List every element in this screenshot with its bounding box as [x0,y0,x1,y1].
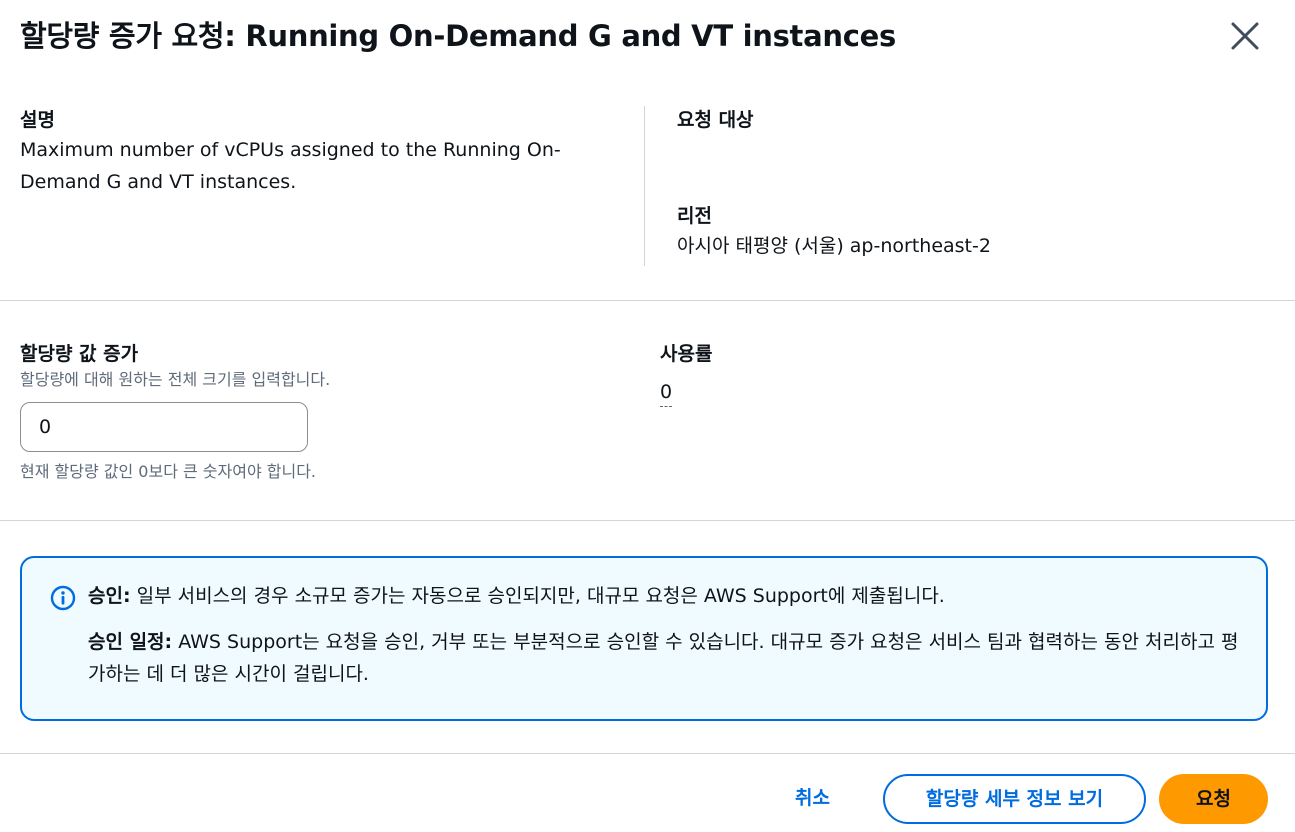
info-icon [50,585,76,611]
close-icon [1231,22,1259,50]
schedule-text: AWS Support는 요청을 승인, 거부 또는 부분적으로 승인할 수 있… [88,631,1239,685]
description-value: Maximum number of vCPUs assigned to the … [20,139,561,193]
quota-increase-dialog: 할당량 증가 요청: Running On-Demand G and VT in… [0,0,1295,832]
description-label: 설명 [20,109,55,131]
section-divider [0,300,1295,301]
alert-content: 승인: 일부 서비스의 경우 소규모 증가는 자동으로 승인되지만, 대규모 요… [88,580,1242,690]
column-divider [644,106,645,266]
approval-text: 일부 서비스의 경우 소규모 증가는 자동으로 승인되지만, 대규모 요청은 A… [136,585,945,607]
dialog-header: 할당량 증가 요청: Running On-Demand G and VT in… [20,14,1275,58]
request-button[interactable]: 요청 [1159,774,1268,824]
dialog-title: 할당량 증가 요청: Running On-Demand G and VT in… [20,19,896,53]
dialog-footer: 취소 할당량 세부 정보 보기 요청 [0,772,1295,826]
quota-value-constraint: 현재 할당량 값인 0보다 큰 숫자여야 합니다. [20,462,317,481]
region-value: 아시아 태평양 (서울) ap-northeast-2 [677,235,991,257]
view-quota-details-button[interactable]: 할당량 세부 정보 보기 [883,774,1146,824]
schedule-paragraph: 승인 일정: AWS Support는 요청을 승인, 거부 또는 부분적으로 … [88,626,1242,690]
request-target-label: 요청 대상 [677,109,754,131]
schedule-label: 승인 일정: [88,631,173,653]
quota-value-form: 할당량 값 증가 할당량에 대해 원하는 전체 크기를 입력합니다. 현재 할당… [20,340,620,484]
quota-value-input[interactable] [20,402,308,452]
usage-value[interactable]: 0 [660,378,673,407]
details-section: 설명 Maximum number of vCPUs assigned to t… [0,98,1295,268]
section-divider [0,520,1295,521]
approval-label: 승인: [88,585,131,607]
quota-value-label: 할당량 값 증가 [20,343,139,365]
footer-divider [0,753,1295,754]
quota-value-hint: 할당량에 대해 원하는 전체 크기를 입력합니다. [20,370,331,389]
usage-block: 사용률 0 [660,340,712,407]
usage-label: 사용률 [660,343,713,365]
region-block: 리전 아시아 태평양 (서울) ap-northeast-2 [677,202,991,262]
cancel-button[interactable]: 취소 [785,772,840,826]
region-label: 리전 [677,205,712,227]
approval-info-alert: 승인: 일부 서비스의 경우 소규모 증가는 자동으로 승인되지만, 대규모 요… [20,556,1268,721]
description-block: 설명 Maximum number of vCPUs assigned to t… [20,106,620,198]
close-button[interactable] [1229,20,1261,52]
target-block: 요청 대상 리전 아시아 태평양 (서울) ap-northeast-2 [677,106,1257,257]
approval-paragraph: 승인: 일부 서비스의 경우 소규모 증가는 자동으로 승인되지만, 대규모 요… [88,580,1242,612]
